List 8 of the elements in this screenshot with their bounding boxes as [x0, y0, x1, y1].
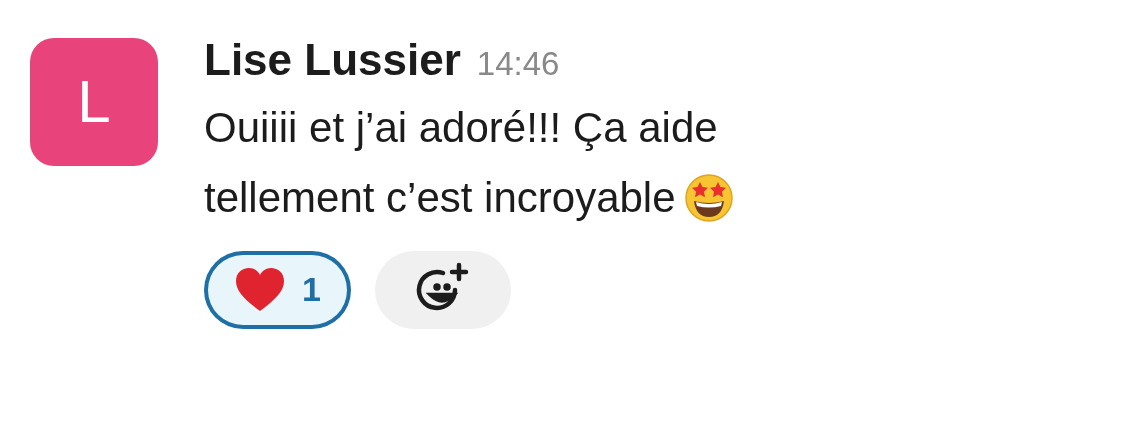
message-text: Ouiiii et j’ai adoré!!! Ça aide	[204, 103, 718, 151]
avatar[interactable]: L	[30, 38, 158, 166]
heart-icon	[234, 266, 286, 313]
message-text: tellement c’est incroyable	[204, 172, 676, 223]
star-eyes-face-icon	[683, 172, 734, 223]
timestamp[interactable]: 14:46	[476, 39, 560, 89]
reaction-button[interactable]: 1	[204, 250, 351, 329]
author-name[interactable]: Lise Lussier	[204, 38, 461, 82]
